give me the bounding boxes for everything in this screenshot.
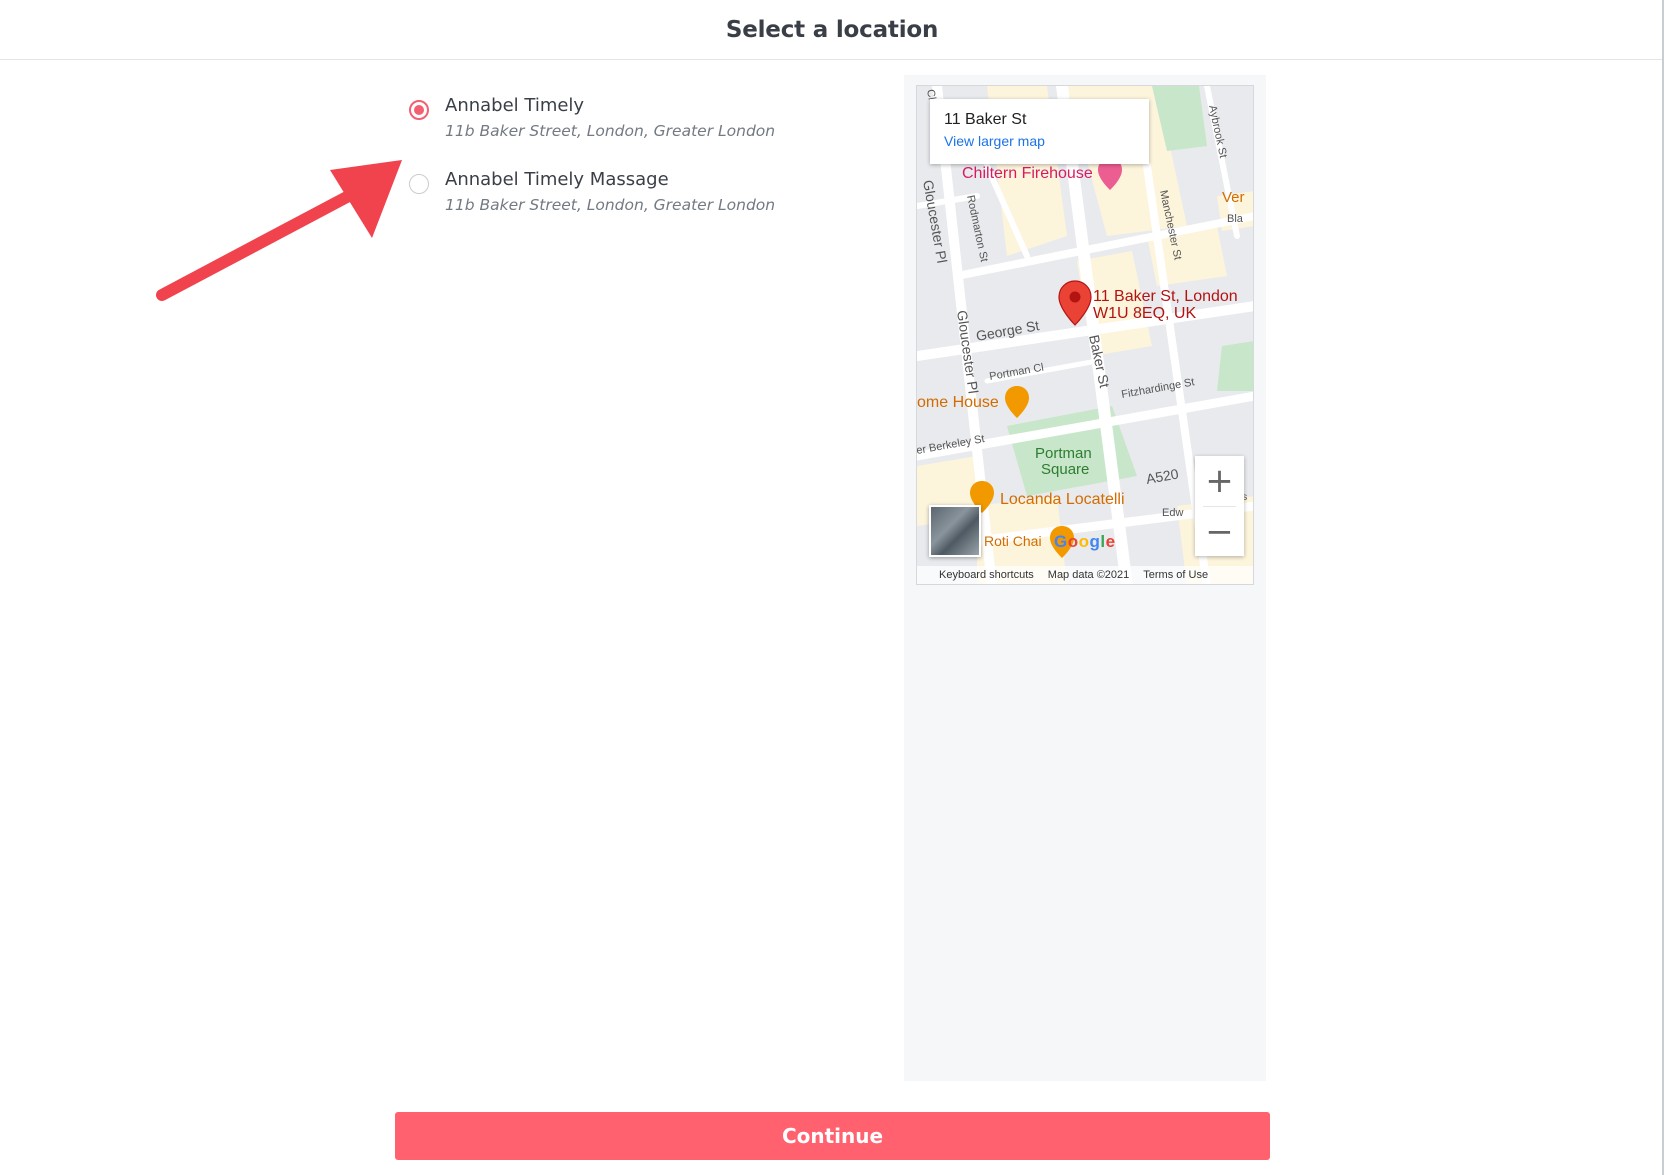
map-label-bla: Bla [1227,213,1244,225]
terms-of-use-link[interactable]: Terms of Use [1143,569,1208,581]
keyboard-shortcuts-link[interactable]: Keyboard shortcuts [939,569,1034,581]
map-card-title: 11 Baker St [944,111,1027,128]
google-logo: Google [1054,532,1116,551]
map-label-portman-square-1: Portman [1035,445,1092,462]
page-header: Select a location [0,0,1664,60]
map-label-portman-square-2: Square [1041,461,1089,478]
map-info-card: 11 Baker St View larger map [930,99,1149,164]
map-label-locanda: Locanda Locatelli [1000,491,1125,508]
zoom-controls: + − [1195,456,1244,556]
location-option-annabel-timely-massage[interactable]: Annabel Timely Massage 11b Baker Street,… [408,168,828,242]
map-footer: Keyboard shortcuts Map data ©2021 Terms … [917,566,1253,584]
map-panel: Chiltern Firehouse Gloucester Pl Glouces… [904,75,1266,1081]
marker-address-line1: 11 Baker St, London [1093,288,1238,305]
continue-button[interactable]: Continue [395,1112,1270,1160]
google-map[interactable]: Chiltern Firehouse Gloucester Pl Glouces… [916,85,1254,585]
page-title: Select a location [725,16,939,43]
zoom-in-button[interactable]: + [1195,456,1244,506]
map-label-ver: Ver [1222,189,1245,206]
location-list: Annabel Timely 11b Baker Street, London,… [408,94,828,242]
location-name: Annabel Timely Massage [445,169,669,190]
marker-address-line2: W1U 8EQ, UK [1093,305,1196,322]
location-name: Annabel Timely [445,95,585,116]
radio-selected-icon[interactable] [409,100,429,120]
map-data-label: Map data ©2021 [1047,569,1130,581]
annotation-arrow-icon [156,160,402,301]
map-label-edw: Edw [1162,507,1183,519]
location-address: 11b Baker Street, London, Greater London [445,196,776,214]
view-larger-map-link[interactable]: View larger map [944,133,1135,149]
map-label-chiltern: Chiltern Firehouse [962,165,1093,182]
location-address: 11b Baker Street, London, Greater London [445,122,776,140]
zoom-out-button[interactable]: − [1195,507,1244,557]
satellite-toggle-thumbnail[interactable] [929,505,981,557]
location-option-annabel-timely[interactable]: Annabel Timely 11b Baker Street, London,… [408,94,828,168]
map-label-home-house: ome House [917,394,999,411]
radio-unselected-icon[interactable] [409,174,429,194]
map-label-roti-chai: Roti Chai [984,533,1042,549]
location-page: Select a location Annabel Timely 11b Bak… [0,0,1664,1175]
